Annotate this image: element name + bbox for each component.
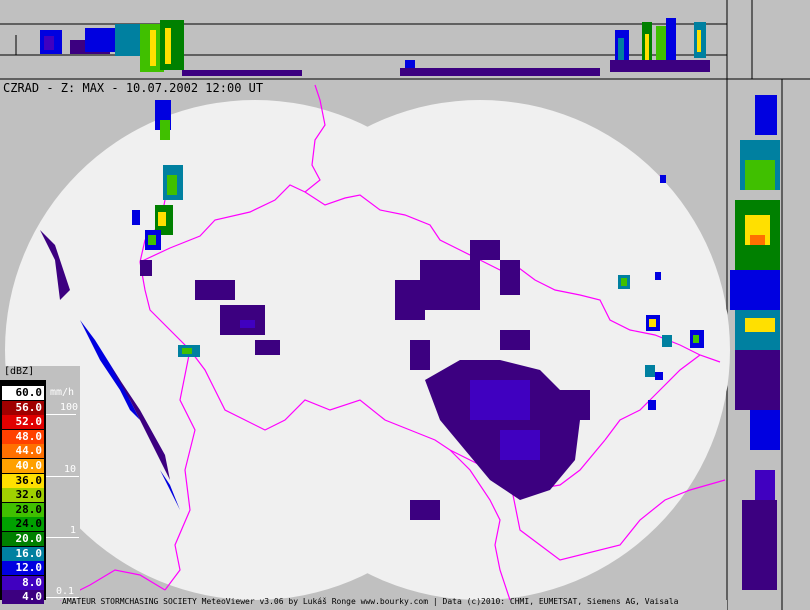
legend-entry: 52.0: [2, 415, 44, 430]
rate-label-100: 100: [60, 402, 79, 413]
legend-entry: 40.0: [2, 459, 44, 473]
rate-line-1: [46, 537, 79, 538]
legend-entry: 20.0: [2, 532, 44, 546]
rate-line-100: [46, 414, 76, 415]
legend-entry: 48.0: [2, 429, 44, 444]
rate-label-0.1: 0.1: [56, 586, 75, 597]
credits-footer: AMATEUR STORMCHASING SOCIETY MeteoViewer…: [62, 597, 679, 606]
legend-entry: 28.0: [2, 502, 44, 517]
legend-entry: 60.0: [2, 386, 44, 400]
rate-unit: mm/h: [50, 387, 75, 398]
legend-entry: 4.0: [2, 590, 44, 605]
legend-entry: 8.0: [2, 575, 44, 590]
legend-entry: 16.0: [2, 546, 44, 561]
map-title: CZRAD - Z: MAX - 10.07.2002 12:00 UT: [3, 81, 264, 95]
legend-entry: 12.0: [2, 561, 44, 576]
legend-entry: 56.0: [2, 400, 44, 415]
legend-entry: 36.0: [2, 473, 44, 488]
legend-entry: 44.0: [2, 444, 44, 459]
rate-label-1: 1: [70, 525, 77, 536]
radar-coverage: [0, 100, 730, 610]
legend-entry: 24.0: [2, 517, 44, 532]
rate-label-10: 10: [64, 464, 77, 475]
rate-line-10: [46, 476, 79, 477]
legend-header: [dBZ]: [4, 366, 35, 377]
legend-entry: 32.0: [2, 488, 44, 503]
